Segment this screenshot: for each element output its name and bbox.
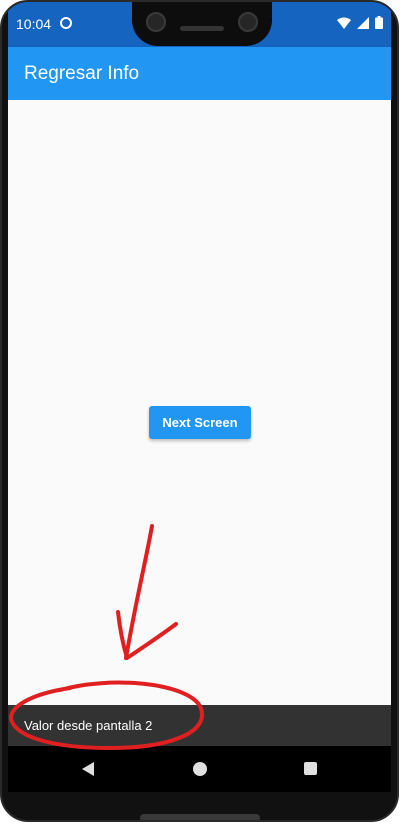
sync-icon [60,17,72,29]
wifi-icon [337,17,351,29]
status-icons [337,16,383,29]
sensor-icon [238,12,258,32]
snackbar: Valor desde pantalla 2 [8,705,391,746]
nav-bar [8,746,391,792]
next-screen-button[interactable]: Next Screen [149,406,251,439]
back-icon[interactable] [82,762,94,776]
body-area: Next Screen [8,100,391,705]
camera-notch [132,2,272,46]
recents-icon[interactable] [304,762,317,775]
status-bar: 10:04 [8,2,391,47]
home-icon[interactable] [193,762,207,776]
snackbar-message: Valor desde pantalla 2 [24,718,153,733]
status-time: 10:04 [16,16,52,32]
app-bar: Regresar Info [8,47,391,100]
app-title: Regresar Info [24,63,140,84]
phone-frame: 10:04 Regresar Info Next Screen Valor de… [0,0,399,822]
camera-icon [146,12,166,32]
speaker-grille [180,26,224,31]
battery-icon [375,16,383,29]
home-indicator [140,814,260,820]
screen: 10:04 Regresar Info Next Screen Valor de… [8,2,391,792]
signal-icon [357,16,369,29]
